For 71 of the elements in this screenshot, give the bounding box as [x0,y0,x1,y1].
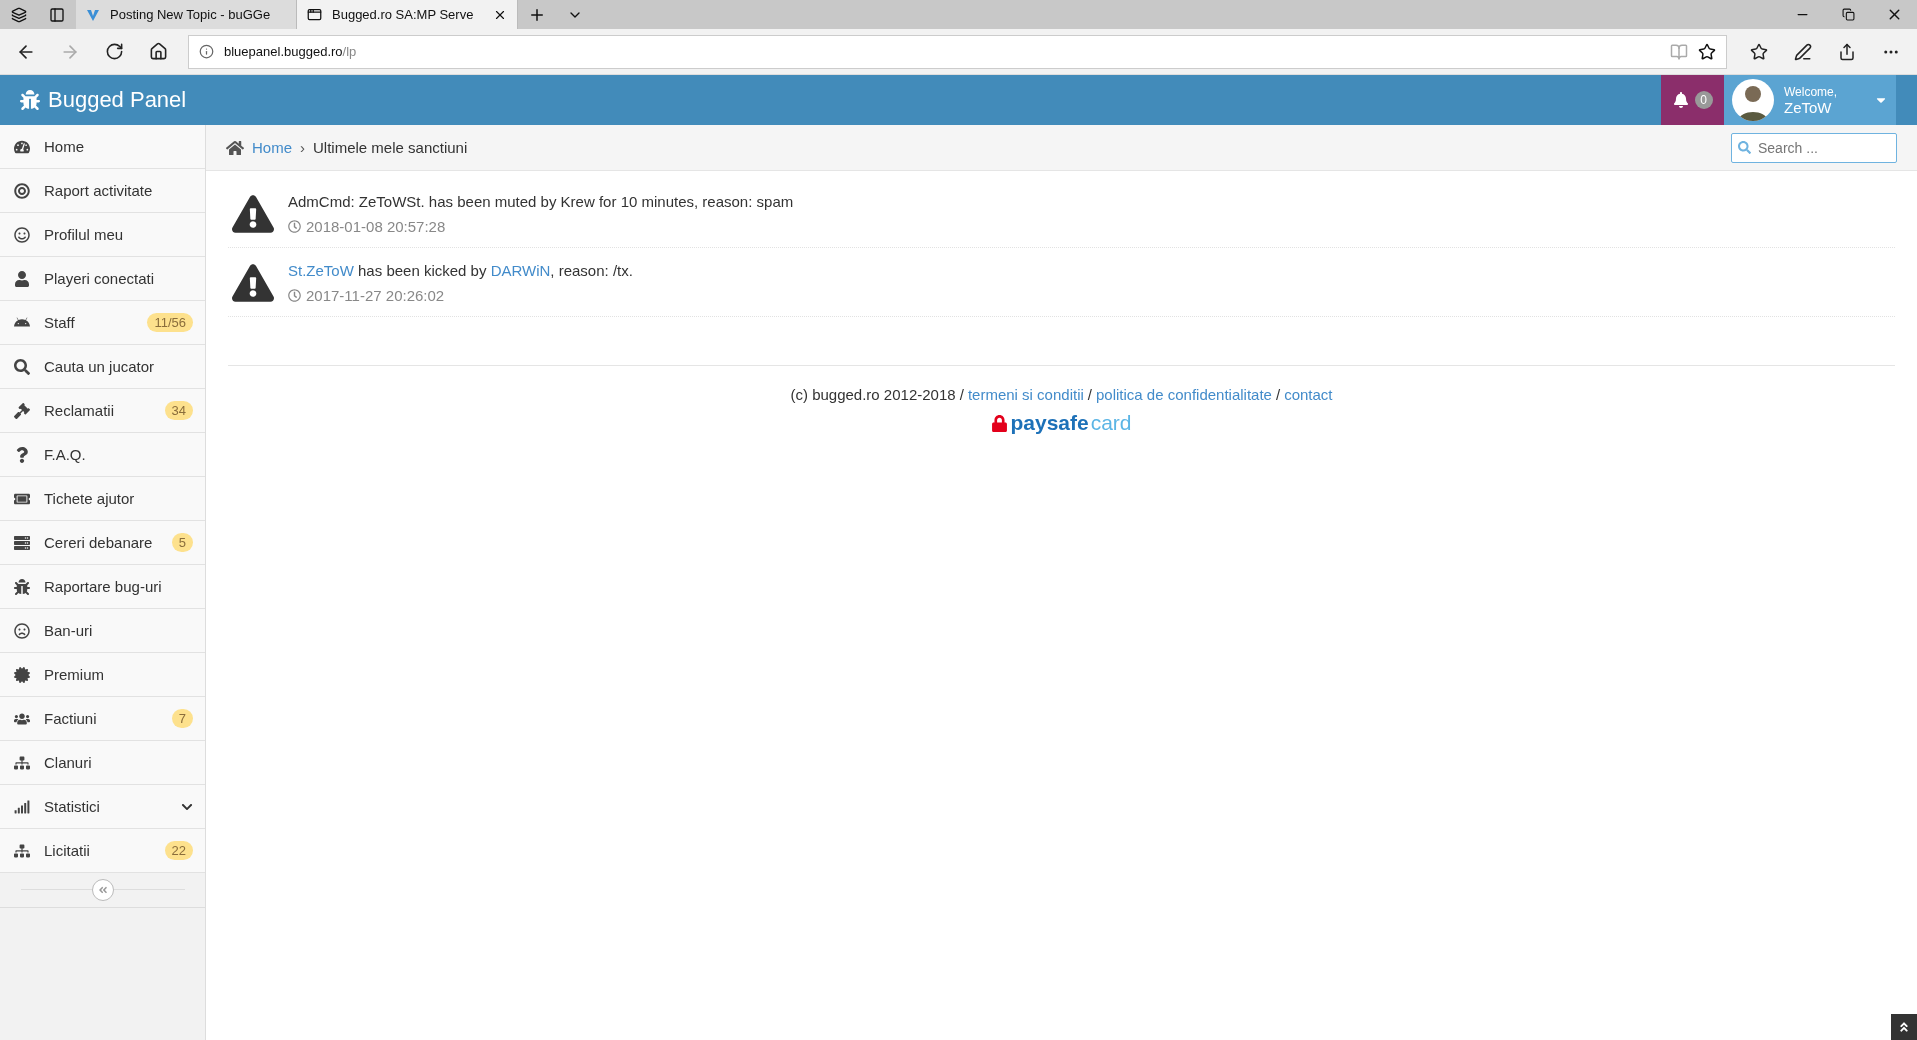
count-badge: 5 [171,533,193,552]
link[interactable]: contact [1284,386,1333,403]
bell-icon [1672,92,1689,108]
user-name: ZeToW [1784,98,1833,116]
smiley-icon [12,226,32,243]
sitemap-icon [12,754,32,771]
gavel-icon [12,402,32,419]
v-logo-icon [86,7,100,22]
sidebar-item[interactable]: Home [0,125,205,169]
sidebar-item[interactable]: Profilul meu [0,213,205,257]
info-icon [199,44,214,59]
server-icon [12,534,32,551]
notification-count: 0 [1694,91,1713,109]
sanction-message: St.ZeToW has been kicked by DARWiN, reason: /tx. [288,262,633,279]
user-icon [12,270,32,287]
browser-tab[interactable]: Bugged.ro SA:MP Serve [297,0,518,29]
count-badge: 34 [164,401,193,420]
payment-logo: paysafecard [991,411,1132,435]
dashboard-icon [12,138,32,155]
clock-icon [288,220,301,233]
address-bar[interactable]: bluepanel.bugged.ro/lp [188,34,1727,69]
browser-tab[interactable]: Posting New Topic - buGGe [76,0,297,29]
bug-icon [12,578,32,595]
avatar [1732,79,1774,121]
link[interactable]: DARWiN [490,262,551,279]
warning-icon [232,193,274,235]
clock-icon [288,289,301,302]
sidebar-item[interactable]: Clanuri [0,741,205,785]
timestamp: 2018-01-08 20:57:28 [306,218,446,235]
sidebar-item[interactable]: Staff 11/56 [0,301,205,345]
sidebar-item[interactable]: Cauta un jucator [0,345,205,389]
sidebar-item[interactable]: Ban-uri [0,609,205,653]
sitemap-icon [12,842,32,859]
sanction-message: AdmCmd: ZeToWSt. has been muted by Krew for 10 minutes, reason: spam [288,193,794,210]
frown-icon [12,622,32,639]
sidebar-item[interactable]: Raportare bug-uri [0,565,205,609]
warning-icon [232,262,274,304]
sidebar-item[interactable]: Statistici [0,785,205,829]
double-chevron-icon [1898,1021,1910,1033]
breadcrumb-separator: › [300,139,305,156]
breadcrumb-current: Ultimele mele sanctiuni [313,139,468,156]
count-badge: 11/56 [147,313,193,332]
brand-title: Bugged Panel [48,87,187,113]
sidebar-item[interactable]: Factiuni 7 [0,697,205,741]
home-icon [226,138,244,157]
page-icon [307,7,322,22]
search-field[interactable]: Search ... [1731,132,1897,163]
sidebar-item[interactable]: Raport activitate [0,169,205,213]
double-chevron-icon [97,885,108,895]
timestamp: 2017-11-27 20:26:02 [306,287,445,304]
badge-icon [12,666,32,683]
link[interactable]: termeni si conditii [967,386,1084,403]
sidebar-item[interactable]: F.A.Q. [0,433,205,477]
sidebar-item[interactable]: Playeri conectati [0,257,205,301]
signal-icon [12,798,32,815]
link[interactable]: St.ZeToW [288,262,354,279]
sidebar-item[interactable]: Premium [0,653,205,697]
count-badge: 22 [164,841,193,860]
sidebar-item[interactable]: Reclamatii 34 [0,389,205,433]
search-icon [12,358,32,375]
target-icon [12,182,32,199]
footer-text: (c) bugged.ro 2012-2018 / termeni si conditii / politica de confidentialitate / contact [790,386,1333,403]
count-badge: 7 [171,709,193,728]
sidebar-item[interactable]: Tichete ajutor [0,477,205,521]
scroll-top-button[interactable] [1891,1014,1917,1040]
link[interactable]: politica de confidentialitate [1096,386,1272,403]
sidebar-item[interactable]: Cereri debanare 5 [0,521,205,565]
bug-icon [20,90,40,110]
welcome-text: Welcome, [1784,84,1839,99]
sidebar-item[interactable]: Licitatii 22 [0,829,205,873]
star-icon[interactable] [1698,42,1716,61]
